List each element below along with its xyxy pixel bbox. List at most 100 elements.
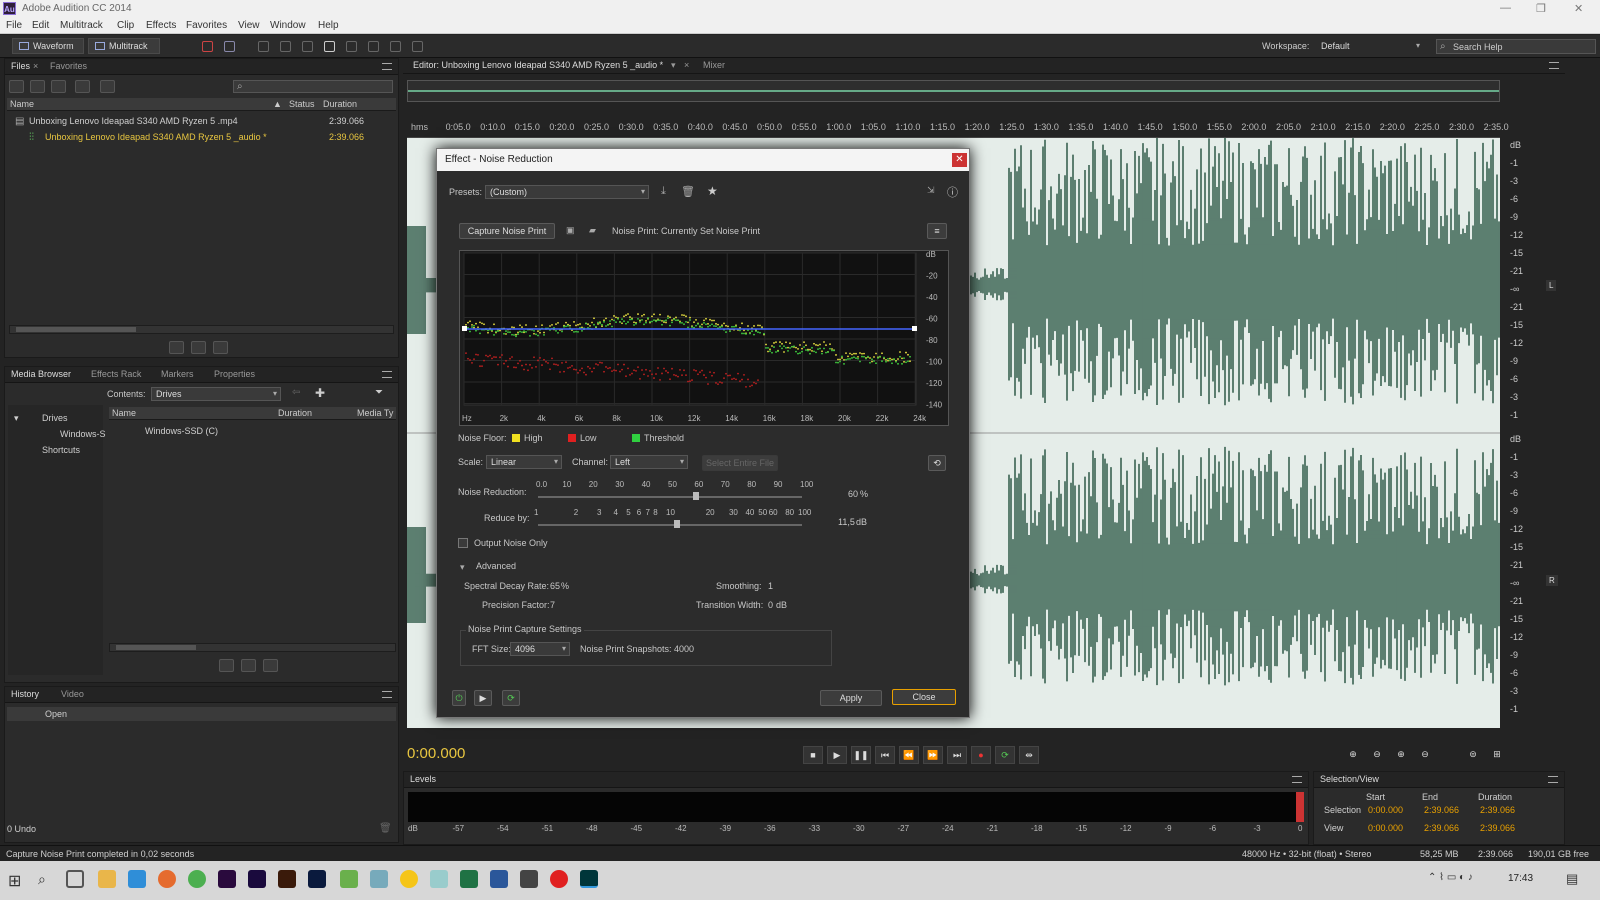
reduce-by-slider[interactable]: [538, 524, 802, 526]
transition-value[interactable]: 0: [768, 600, 773, 610]
notepad-plus-icon[interactable]: [340, 870, 358, 888]
tab-media-browser[interactable]: Media Browser: [11, 369, 71, 379]
play-icon[interactable]: ▶: [827, 746, 847, 764]
firefox-icon[interactable]: [158, 870, 176, 888]
reset-graph-icon[interactable]: ⟲: [928, 455, 946, 471]
tree-item-drives[interactable]: Drives: [42, 413, 68, 423]
history-item[interactable]: Open: [7, 707, 396, 721]
menu-multitrack[interactable]: Multitrack: [60, 20, 103, 31]
preview-loop-icon[interactable]: ⟳: [502, 690, 520, 706]
app-icon[interactable]: [370, 870, 388, 888]
file-row-audio[interactable]: Unboxing Lenovo Ideapad S340 AMD Ryzen 5…: [45, 132, 267, 142]
search-help-field[interactable]: ⌕ Search Help: [1436, 39, 1596, 54]
open-file-icon[interactable]: [9, 80, 24, 93]
maximize-icon[interactable]: ❐: [1536, 2, 1546, 15]
capture-noise-print-button[interactable]: Capture Noise Print: [459, 223, 555, 239]
view-end[interactable]: 2:39.066: [1424, 823, 1459, 833]
premiere-icon[interactable]: [218, 870, 236, 888]
spot-healing-icon[interactable]: [412, 41, 423, 52]
col-media-type[interactable]: Media Ty: [357, 408, 393, 418]
app-l-icon[interactable]: [128, 870, 146, 888]
zoom-out-amplitude-icon[interactable]: ⊖: [1367, 746, 1387, 764]
graph-menu-icon[interactable]: ≡: [927, 223, 947, 239]
scale-dropdown[interactable]: Linear: [486, 455, 562, 469]
menu-window[interactable]: Window: [270, 20, 306, 31]
noise-reduction-value[interactable]: 60: [848, 489, 858, 499]
tree-item-windows[interactable]: Windows-S: [60, 429, 106, 439]
spectral-display-icon[interactable]: [202, 41, 213, 52]
notifications-icon[interactable]: ▤: [1566, 871, 1578, 887]
select-entire-file-button[interactable]: Select Entire File: [702, 455, 778, 471]
save-noise-print-icon[interactable]: ▣: [566, 225, 575, 236]
after-effects-icon[interactable]: [248, 870, 266, 888]
panel-menu-icon[interactable]: [382, 63, 392, 70]
menu-effects[interactable]: Effects: [146, 20, 176, 31]
selection-end[interactable]: 2:39.066: [1424, 805, 1459, 815]
app-icon[interactable]: [520, 870, 538, 888]
menu-favorites[interactable]: Favorites: [186, 20, 227, 31]
task-view-icon[interactable]: [66, 870, 84, 888]
files-hscrollbar[interactable]: [9, 325, 394, 334]
tray-icons[interactable]: ⌃ ⌇ ▭ ◐ ♪: [1428, 872, 1473, 883]
advanced-expand-icon[interactable]: ▾: [460, 562, 465, 573]
loop-icon[interactable]: ⟳: [995, 746, 1015, 764]
brush-tool-icon[interactable]: [390, 41, 401, 52]
chrome-icon[interactable]: [188, 870, 206, 888]
play-preview-icon[interactable]: [219, 659, 234, 672]
overview-strip[interactable]: [407, 80, 1500, 102]
tab-selection-view[interactable]: Selection/View: [1320, 774, 1379, 784]
rewind-icon[interactable]: ⏪: [899, 746, 919, 764]
favorite-star-icon[interactable]: ★: [707, 184, 718, 198]
tab-favorites[interactable]: Favorites: [50, 61, 87, 71]
skip-selection-icon[interactable]: ⇹: [1019, 746, 1039, 764]
view-start[interactable]: 0:00.000: [1368, 823, 1403, 833]
power-toggle-icon[interactable]: ⏻: [452, 690, 466, 706]
selection-start[interactable]: 0:00.000: [1368, 805, 1403, 815]
channel-dropdown[interactable]: Left: [610, 455, 688, 469]
spectral-decay-value[interactable]: 65: [550, 581, 560, 591]
tab-video[interactable]: Video: [61, 689, 84, 699]
tab-editor[interactable]: Editor: Unboxing Lenovo Ideapad S340 AMD…: [413, 60, 663, 70]
zoom-in-amplitude-icon[interactable]: ⊕: [1343, 746, 1363, 764]
output-noise-checkbox[interactable]: [458, 538, 468, 548]
menu-view[interactable]: View: [238, 20, 260, 31]
col-duration[interactable]: Duration: [278, 408, 312, 418]
move-tool-icon[interactable]: [258, 41, 269, 52]
tab-effects-rack[interactable]: Effects Rack: [91, 369, 141, 379]
noise-graph[interactable]: dB -20 -40 -60 -80 -100 -120 -140 Hz 2k 4k 6k 8k 10k 1…: [459, 250, 949, 426]
file-explorer-icon[interactable]: [98, 870, 116, 888]
dialog-close-icon[interactable]: ✕: [952, 153, 967, 167]
slip-tool-icon[interactable]: [302, 41, 313, 52]
menu-clip[interactable]: Clip: [117, 20, 134, 31]
waveform-button[interactable]: Waveform: [12, 38, 84, 54]
load-noise-print-icon[interactable]: ▰: [589, 225, 596, 236]
pause-icon[interactable]: ❚❚: [851, 746, 871, 764]
add-shortcut-icon[interactable]: ✚: [315, 386, 325, 400]
col-duration[interactable]: Duration: [323, 99, 357, 109]
reduce-by-thumb[interactable]: [674, 520, 680, 528]
filter-icon[interactable]: ⏷: [375, 387, 383, 398]
contents-dropdown[interactable]: Drives: [151, 387, 281, 401]
col-name[interactable]: Name: [10, 99, 34, 109]
start-icon[interactable]: ⊞: [8, 871, 21, 891]
close-button[interactable]: Close: [892, 689, 956, 705]
zoom-in-time-icon[interactable]: ⊕: [1391, 746, 1411, 764]
view-duration[interactable]: 2:39.066: [1480, 823, 1515, 833]
import-file-icon[interactable]: [30, 80, 45, 93]
zoom-out-time-icon[interactable]: ⊖: [1415, 746, 1435, 764]
panel-menu-icon[interactable]: [1548, 776, 1558, 783]
menu-help[interactable]: Help: [318, 20, 339, 31]
reduce-by-value[interactable]: 11,5: [838, 517, 855, 527]
delete-preset-icon[interactable]: 🗑: [681, 185, 695, 198]
loop-preview-icon[interactable]: [241, 659, 256, 672]
illustrator-icon[interactable]: [278, 870, 296, 888]
tree-item-shortcuts[interactable]: Shortcuts: [42, 445, 80, 455]
tab-editor-close-icon[interactable]: ×: [684, 60, 689, 70]
channel-l[interactable]: L: [1546, 280, 1557, 291]
word-icon[interactable]: [490, 870, 508, 888]
col-status[interactable]: Status: [289, 99, 315, 109]
media-item-drive[interactable]: Windows-SSD (C): [145, 426, 218, 436]
selection-duration[interactable]: 2:39.066: [1480, 805, 1515, 815]
close-window-icon[interactable]: ✕: [1574, 2, 1583, 15]
noise-reduction-slider[interactable]: [538, 496, 802, 498]
